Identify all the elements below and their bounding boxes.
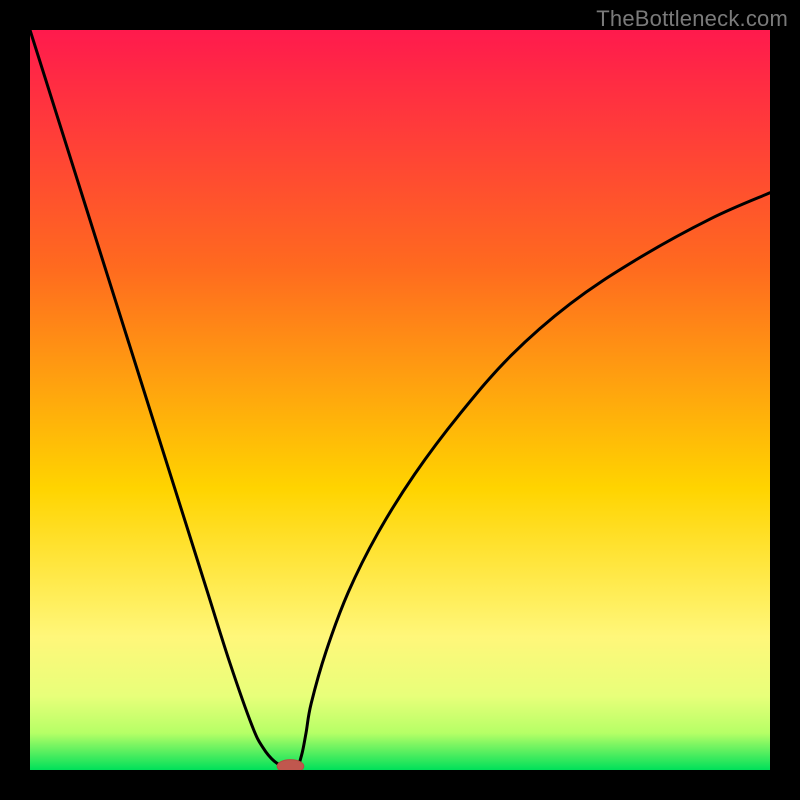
optimal-marker xyxy=(277,760,304,770)
chart-frame: TheBottleneck.com xyxy=(0,0,800,800)
plot-area xyxy=(30,30,770,770)
gradient-background xyxy=(30,30,770,770)
chart-svg xyxy=(30,30,770,770)
watermark-text: TheBottleneck.com xyxy=(596,6,788,32)
